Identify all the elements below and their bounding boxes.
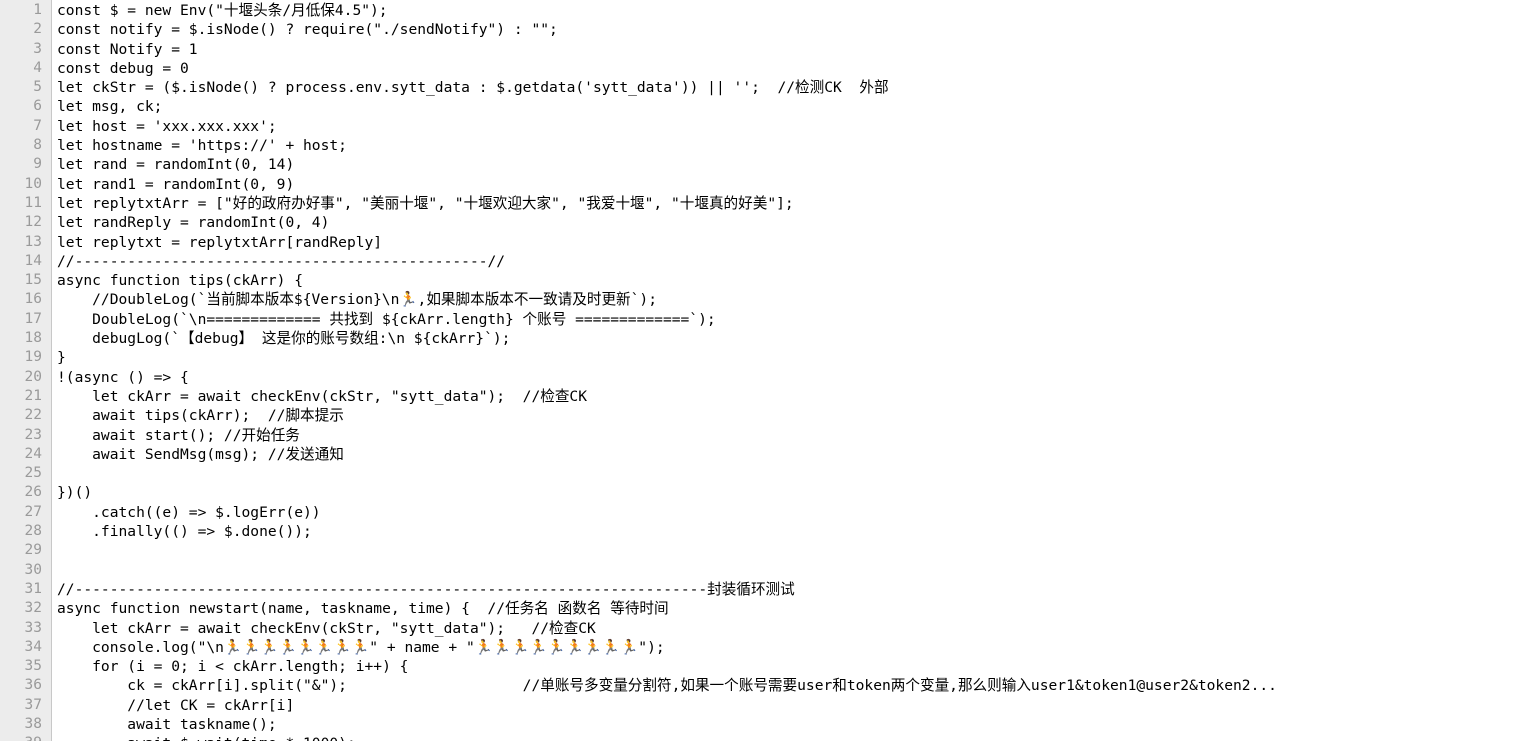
code-line[interactable]: .catch((e) => $.logErr(e)) (57, 503, 1520, 522)
code-line[interactable]: let host = 'xxx.xxx.xxx'; (57, 117, 1520, 136)
code-line[interactable]: .finally(() => $.done()); (57, 522, 1520, 541)
code-line[interactable]: } (57, 348, 1520, 367)
code-content-area[interactable]: const $ = new Env("十堰头条/月低保4.5"); const n… (52, 0, 1520, 741)
code-line[interactable]: let ckArr = await checkEnv(ckStr, "sytt_… (57, 619, 1520, 638)
line-number: 1 (33, 2, 42, 18)
code-line[interactable]: const notify = $.isNode() ? require("./s… (57, 20, 1520, 39)
code-line[interactable]: let rand1 = randomInt(0, 9) (57, 175, 1520, 194)
line-number: 18 (24, 330, 42, 347)
code-line[interactable]: //--------------------------------------… (57, 580, 1520, 599)
code-line[interactable]: DoubleLog(`\n============= 共找到 ${ckArr.l… (57, 310, 1520, 329)
line-number: 34 (24, 638, 42, 655)
line-number: 37 (24, 696, 42, 713)
line-number: 10 (24, 175, 42, 192)
code-line[interactable]: let replytxt = replytxtArr[randReply] (57, 233, 1520, 252)
line-number: 19 (24, 349, 42, 366)
line-number: 14 (24, 252, 42, 269)
code-line[interactable]: await start(); //开始任务 (57, 426, 1520, 445)
line-number: 8 (33, 137, 42, 154)
line-number: 15 (24, 272, 42, 289)
line-number: 31 (24, 580, 42, 597)
code-line[interactable]: const debug = 0 (57, 59, 1520, 78)
code-line[interactable]: ck = ckArr[i].split("&"); //单账号多变量分割符,如果… (57, 676, 1520, 695)
line-number: 25 (24, 465, 42, 482)
code-line[interactable]: async function tips(ckArr) { (57, 271, 1520, 290)
code-line[interactable]: await $.wait(time * 1000); (57, 734, 1520, 741)
line-number: 32 (24, 600, 42, 617)
code-line[interactable]: async function newstart(name, taskname, … (57, 599, 1520, 618)
line-number: 30 (24, 561, 42, 578)
code-line[interactable]: })() (57, 483, 1520, 502)
code-line[interactable]: await taskname(); (57, 715, 1520, 734)
code-editor[interactable]: 1 2 3 4 5 6 7 8 9 10 11 12 13 14 15 16 17 18 19 20 21 22 23 24 2… (0, 0, 1520, 741)
line-number: 6 (33, 98, 42, 115)
code-line[interactable] (57, 561, 1520, 580)
line-number: 11 (24, 194, 42, 211)
line-number: 35 (24, 658, 42, 675)
line-number: 7 (33, 117, 42, 134)
line-number: 5 (33, 79, 42, 96)
code-line[interactable]: for (i = 0; i < ckArr.length; i++) { (57, 657, 1520, 676)
line-number: 22 (24, 407, 42, 424)
line-number: 26 (24, 484, 42, 501)
code-line[interactable]: !(async () => { (57, 368, 1520, 387)
line-number: 29 (24, 542, 42, 559)
code-line[interactable]: let randReply = randomInt(0, 4) (57, 213, 1520, 232)
line-number-gutter: 1 2 3 4 5 6 7 8 9 10 11 12 13 14 15 16 17 18 19 20 21 22 23 24 2… (0, 0, 52, 741)
code-line[interactable]: debugLog(`【debug】 这是你的账号数组:\n ${ckArr}`)… (57, 329, 1520, 348)
line-number: 21 (24, 387, 42, 404)
code-line[interactable]: let replytxtArr = ["好的政府办好事", "美丽十堰", "十… (57, 194, 1520, 213)
line-number: 36 (24, 677, 42, 694)
line-number: 20 (24, 368, 42, 385)
code-line[interactable]: await SendMsg(msg); //发送通知 (57, 445, 1520, 464)
line-number: 9 (33, 156, 42, 173)
line-number: 4 (33, 59, 42, 76)
line-number: 39 (0, 734, 51, 741)
line-number: 38 (24, 715, 42, 732)
line-number: 16 (24, 291, 42, 308)
line-number: 27 (24, 503, 42, 520)
code-line[interactable]: let ckArr = await checkEnv(ckStr, "sytt_… (57, 387, 1520, 406)
line-number: 17 (24, 310, 42, 327)
code-line[interactable]: const Notify = 1 (57, 40, 1520, 59)
code-line[interactable] (57, 464, 1520, 483)
line-number: 24 (24, 445, 42, 462)
code-line[interactable]: let msg, ck; (57, 97, 1520, 116)
code-line[interactable]: const $ = new Env("十堰头条/月低保4.5"); (57, 1, 1520, 20)
code-line[interactable]: let ckStr = ($.isNode() ? process.env.sy… (57, 78, 1520, 97)
code-line[interactable]: console.log("\n🏃🏃🏃🏃🏃🏃🏃🏃" + name + "🏃🏃🏃🏃🏃… (57, 638, 1520, 657)
code-line[interactable]: let hostname = 'https://' + host; (57, 136, 1520, 155)
line-number: 2 (33, 21, 42, 38)
line-number: 28 (24, 523, 42, 540)
code-line[interactable] (57, 541, 1520, 560)
line-number: 13 (24, 233, 42, 250)
code-line[interactable]: //DoubleLog(`当前脚本版本${Version}\n🏃,如果脚本版本不… (57, 290, 1520, 309)
line-number: 12 (24, 214, 42, 231)
code-line[interactable]: //let CK = ckArr[i] (57, 696, 1520, 715)
code-line[interactable]: let rand = randomInt(0, 14) (57, 155, 1520, 174)
line-number: 3 (33, 40, 42, 57)
code-line[interactable]: await tips(ckArr); //脚本提示 (57, 406, 1520, 425)
line-number: 33 (24, 619, 42, 636)
line-number: 23 (24, 426, 42, 443)
code-line[interactable]: //--------------------------------------… (57, 252, 1520, 271)
